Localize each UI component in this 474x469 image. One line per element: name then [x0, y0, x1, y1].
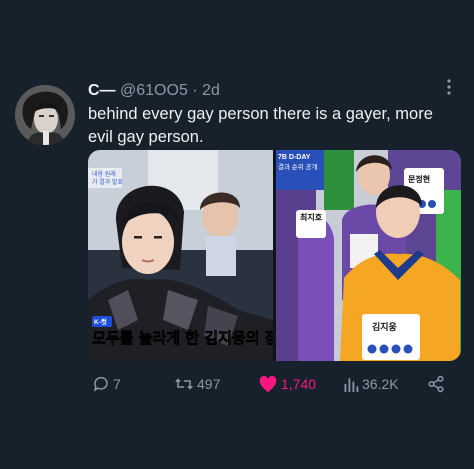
- author-avatar[interactable]: [15, 85, 75, 145]
- retweet-count: 497: [197, 376, 221, 392]
- media-image-right[interactable]: 7B D-DAY 결과 순위 공개 최지호 문정현 김지웅: [276, 150, 461, 361]
- retweet-button[interactable]: 497: [174, 372, 220, 396]
- share-icon: [428, 375, 444, 393]
- reply-icon: [93, 376, 108, 392]
- tweet-timestamp[interactable]: 2d: [202, 82, 220, 99]
- like-count: 1,740: [281, 376, 317, 392]
- more-dots-icon[interactable]: [446, 78, 452, 99]
- banner-line-2: 결과 순위 공개: [278, 162, 318, 171]
- like-button[interactable]: 1,740: [258, 372, 316, 396]
- name-tag-2: 문정현: [408, 174, 430, 184]
- corner-label-1: 내용 원래: [92, 170, 116, 178]
- tweet-actions: 7 497 1,740 36.2K: [0, 372, 474, 396]
- bar-chart-icon: [344, 378, 359, 392]
- author-name[interactable]: C—: [88, 82, 116, 99]
- tweet-text: behind every gay person there is a gayer…: [88, 105, 433, 146]
- views-button[interactable]: 36.2K: [343, 372, 399, 396]
- tweet-media[interactable]: 내용 원래 가 결과 발표 K-컷 모두를 놀라게 한 김지웅의 점 7B D-…: [88, 150, 461, 361]
- separator-dot: ·: [192, 82, 198, 99]
- heart-icon: [259, 375, 277, 393]
- name-tag-3: 김지웅: [372, 321, 397, 333]
- caption-prefix: 모두를 놀라게 한: [92, 329, 204, 347]
- reply-count: 7: [113, 376, 121, 392]
- share-button[interactable]: [427, 372, 448, 396]
- author-handle[interactable]: @61OO5: [120, 82, 188, 99]
- caption-tag: K-컷: [94, 317, 107, 326]
- media-image-left[interactable]: 내용 원래 가 결과 발표 K-컷 모두를 놀라게 한 김지웅의 점: [88, 150, 279, 361]
- retweet-icon: [175, 378, 193, 390]
- corner-label-2: 가 결과 발표: [92, 178, 123, 186]
- tweet-header: C— @61OO5 · 2d: [88, 81, 220, 101]
- caption-highlight: 김지웅의 점: [204, 329, 278, 347]
- caption-text: 모두를 놀라게 한 김지웅의 점: [92, 329, 279, 347]
- name-tag-1: 최지호: [300, 212, 323, 222]
- reply-button[interactable]: 7: [92, 372, 121, 396]
- avatar-image: [15, 85, 75, 145]
- banner-line-1: 7B D-DAY: [278, 154, 311, 161]
- view-count: 36.2K: [362, 376, 399, 392]
